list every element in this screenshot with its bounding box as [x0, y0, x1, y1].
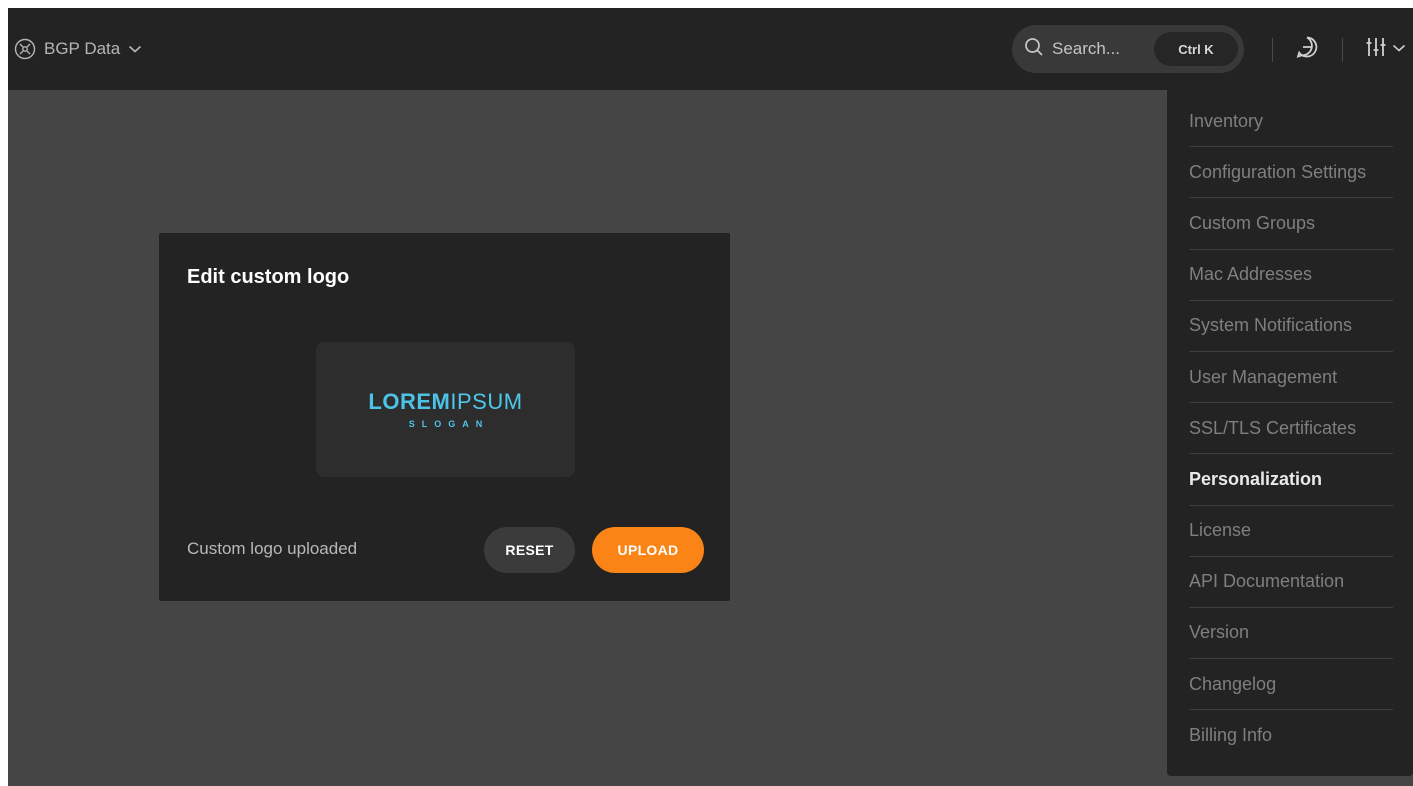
workspace-name: BGP Data: [44, 39, 121, 58]
upload-status: Custom logo uploaded: [187, 539, 358, 558]
search-bar[interactable]: Search... Ctrl K: [1012, 25, 1244, 73]
globe-icon: [14, 38, 36, 60]
settings-menu-button[interactable]: [1364, 34, 1406, 64]
logo-light-text: IPSUM: [450, 388, 523, 414]
settings-dropdown-menu: Inventory Configuration Settings Custom …: [1167, 90, 1413, 776]
menu-item-personalization[interactable]: Personalization: [1189, 454, 1393, 506]
logo-preview: LOREMIPSUM SLOGAN: [316, 342, 575, 477]
logo-wordmark: LOREMIPSUM: [368, 388, 523, 414]
top-bar: BGP Data Search... Ctrl K: [8, 8, 1413, 90]
search-shortcut: Ctrl K: [1154, 32, 1238, 66]
menu-item-custom-groups[interactable]: Custom Groups: [1189, 198, 1393, 250]
logo-bold-text: LOREM: [368, 388, 451, 414]
menu-item-license[interactable]: License: [1189, 506, 1393, 557]
search-placeholder: Search...: [1052, 39, 1121, 58]
menu-item-changelog[interactable]: Changelog: [1189, 659, 1393, 711]
menu-item-system-notifications[interactable]: System Notifications: [1189, 301, 1393, 352]
menu-item-version[interactable]: Version: [1189, 608, 1393, 660]
menu-item-ssl-tls-certificates[interactable]: SSL/TLS Certificates: [1189, 403, 1393, 455]
divider: [1342, 38, 1343, 62]
upload-button[interactable]: UPLOAD: [592, 527, 704, 573]
chat-icon: [1295, 35, 1319, 64]
logo-slogan: SLOGAN: [408, 418, 490, 429]
menu-item-mac-addresses[interactable]: Mac Addresses: [1189, 250, 1393, 301]
menu-item-inventory[interactable]: Inventory: [1189, 96, 1393, 148]
chat-button[interactable]: [1295, 34, 1319, 64]
divider: [1272, 38, 1273, 62]
workspace-switcher[interactable]: BGP Data: [14, 34, 142, 64]
search-icon: [1024, 37, 1044, 62]
chevron-down-icon: [128, 44, 142, 54]
reset-button[interactable]: RESET: [484, 527, 575, 573]
chevron-down-icon: [1392, 40, 1406, 58]
menu-item-api-documentation[interactable]: API Documentation: [1189, 557, 1393, 608]
menu-item-billing-info[interactable]: Billing Info: [1189, 710, 1393, 761]
card-title: Edit custom logo: [187, 266, 350, 288]
edit-logo-card: Edit custom logo LOREMIPSUM SLOGAN Custo…: [159, 233, 730, 601]
app-window: BGP Data Search... Ctrl K Edit custom lo…: [8, 8, 1413, 786]
sliders-icon: [1364, 35, 1388, 64]
menu-item-user-management[interactable]: User Management: [1189, 352, 1393, 404]
menu-item-configuration-settings[interactable]: Configuration Settings: [1189, 147, 1393, 199]
